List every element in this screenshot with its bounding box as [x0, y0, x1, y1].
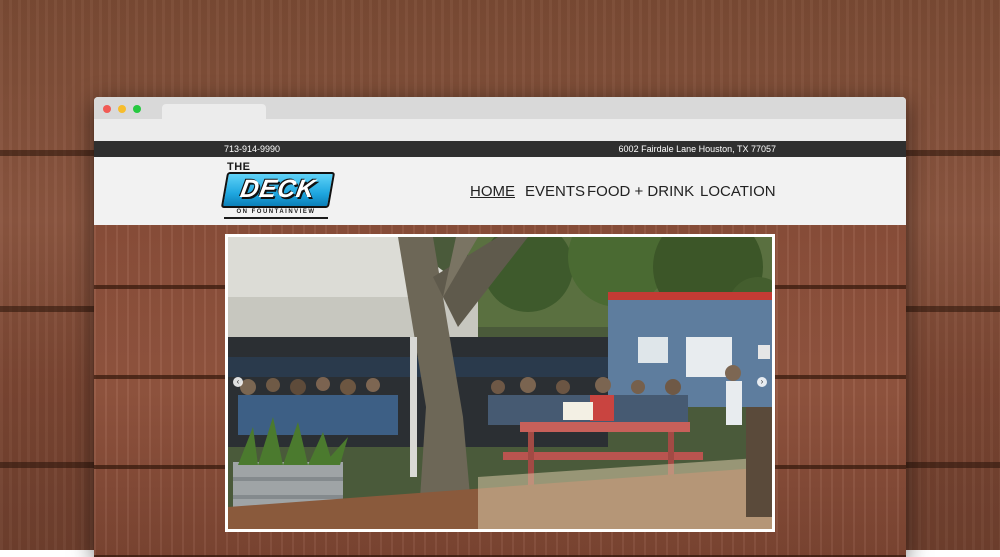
logo-subtitle: ON FOUNTAINVIEW [236, 209, 316, 215]
site-header: THE DECK ON FOUNTAINVIEW HOME EVENTS FOO… [94, 157, 906, 225]
browser-window: 713-914-9990 6002 Fairdale Lane Houston,… [94, 97, 906, 557]
slider-next-icon[interactable]: › [757, 377, 767, 387]
browser-tab[interactable] [162, 104, 266, 119]
close-window-button[interactable] [103, 105, 111, 113]
site-logo[interactable]: THE DECK ON FOUNTAINVIEW [220, 161, 336, 221]
nav-home[interactable]: HOME [470, 183, 515, 200]
phone-number[interactable]: 713-914-9990 [224, 144, 280, 154]
minimize-window-button[interactable] [118, 105, 126, 113]
street-address: 6002 Fairdale Lane Houston, TX 77057 [618, 144, 776, 154]
maximize-window-button[interactable] [133, 105, 141, 113]
nav-location[interactable]: LOCATION [700, 183, 776, 200]
top-info-bar: 713-914-9990 6002 Fairdale Lane Houston,… [94, 141, 906, 157]
page-content: ‹ › [94, 225, 906, 557]
nav-events[interactable]: EVENTS [525, 183, 585, 200]
slider-prev-icon[interactable]: ‹ [233, 377, 243, 387]
nav-food-drink[interactable]: FOOD + DRINK [587, 183, 694, 200]
browser-chrome [94, 97, 906, 119]
patio-photo [228, 237, 772, 529]
logo-wordmark: DECK [220, 172, 336, 208]
hero-slider[interactable]: ‹ › [225, 234, 775, 532]
address-bar[interactable] [94, 119, 906, 142]
logo-underline [224, 217, 328, 219]
